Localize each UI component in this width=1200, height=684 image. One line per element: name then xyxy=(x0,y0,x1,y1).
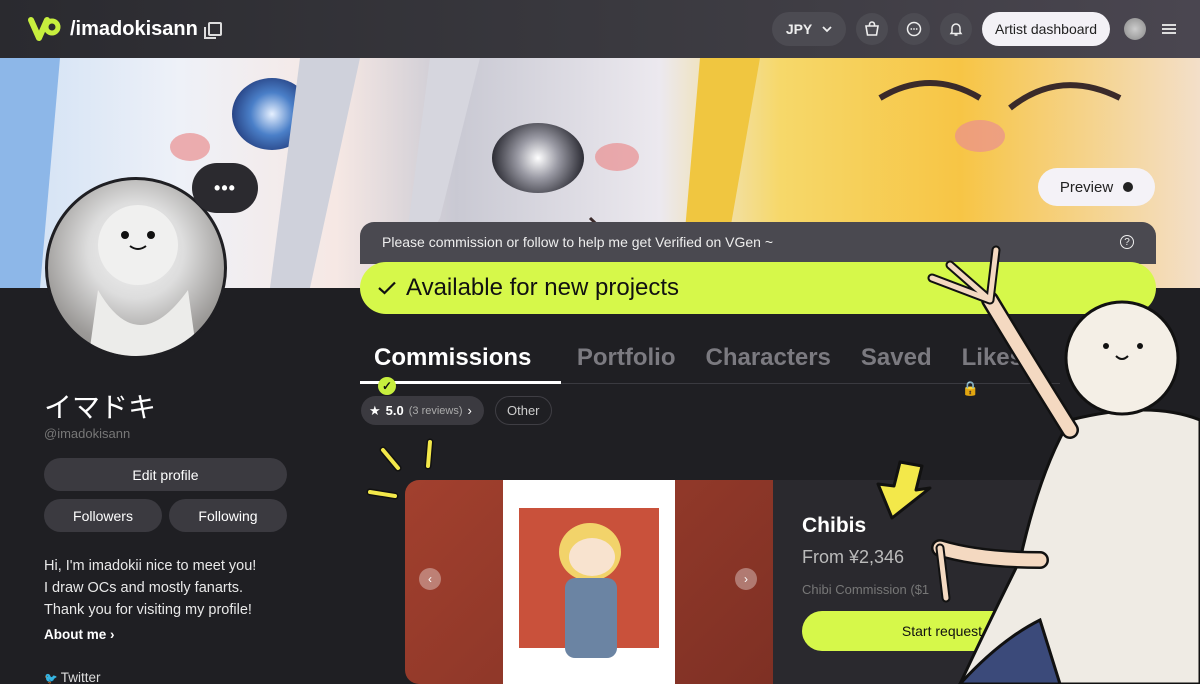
bio-line: Hi, I'm imadokii nice to meet you! xyxy=(44,558,257,574)
twitter-label: Twitter xyxy=(60,670,101,684)
following-button[interactable]: Following xyxy=(169,499,287,532)
about-me-link[interactable]: About me › xyxy=(44,627,115,642)
profile-tabs: Commissions✓ Portfolio Characters Saved … xyxy=(360,336,1060,396)
chevron-right-icon: › xyxy=(110,627,115,642)
bell-icon xyxy=(949,23,963,36)
tab-label: Likes xyxy=(961,344,1023,371)
notice-banner: Please commission or follow to help me g… xyxy=(360,222,1156,264)
rating-value: 5.0 xyxy=(385,403,404,418)
commission-card[interactable]: ‹ › Chibis From ¥2,346 Chibi Commission … xyxy=(405,480,1085,684)
tab-label: Commissions xyxy=(374,344,532,371)
messages-button[interactable] xyxy=(898,13,931,45)
notice-text: Please commission or follow to help me g… xyxy=(382,234,774,250)
tab-characters[interactable]: Characters xyxy=(692,336,845,384)
commission-artwork xyxy=(503,480,675,684)
tab-likes[interactable]: Likes 🔒 xyxy=(948,336,1058,396)
chevron-right-icon: › xyxy=(467,403,472,418)
tab-commissions[interactable]: Commissions ✓ xyxy=(360,336,561,395)
display-name: イマドキ xyxy=(44,392,157,423)
cart-icon xyxy=(865,21,879,36)
chat-icon xyxy=(906,21,922,37)
lock-icon: 🔒 xyxy=(961,380,980,396)
commission-title: Chibis xyxy=(802,514,867,537)
vgen-logo-icon[interactable] xyxy=(24,14,62,44)
tab-saved[interactable]: Saved xyxy=(847,336,946,384)
preview-dot-icon xyxy=(1123,182,1134,192)
notifications-button[interactable] xyxy=(940,13,973,45)
rating-reviews: (3 reviews) xyxy=(408,404,463,417)
commission-subtitle: Chibi Commission ($1 xyxy=(802,582,930,597)
help-icon[interactable]: ? xyxy=(1120,235,1134,249)
commission-info: Chibis From ¥2,346 Chibi Commission ($1 … xyxy=(773,480,1085,684)
profile-bio: Hi, I'm imadokii nice to meet you! I dra… xyxy=(44,555,256,621)
menu-icon[interactable] xyxy=(1162,24,1176,34)
bio-line: I draw OCs and mostly fanarts. xyxy=(44,580,244,596)
currency-select[interactable]: JPY xyxy=(772,12,847,46)
twitter-icon: 🐦 xyxy=(44,673,61,684)
cart-button[interactable] xyxy=(856,13,889,45)
availability-text: Available for new projects xyxy=(406,274,680,301)
artist-dashboard-button[interactable]: Artist dashboard xyxy=(982,12,1110,46)
tab-portfolio[interactable]: Portfolio xyxy=(563,336,690,384)
carousel-prev-button[interactable]: ‹ xyxy=(419,568,441,590)
top-nav: /imadokisann JPY Artist dashboard xyxy=(0,0,1200,58)
check-icon xyxy=(378,281,396,295)
other-filter[interactable]: Other xyxy=(495,396,552,425)
verified-icon: ✓ xyxy=(378,377,396,395)
about-me-label: About me xyxy=(44,627,107,642)
chibi-artwork xyxy=(569,538,615,576)
star-icon: ★ xyxy=(369,402,381,418)
chevron-down-icon xyxy=(822,25,832,32)
preview-button[interactable]: Preview xyxy=(1038,168,1155,206)
profile-handle: /imadokisann xyxy=(70,17,198,40)
availability-status: Available for new projects xyxy=(360,262,1156,314)
currency-label: JPY xyxy=(785,21,813,37)
chibi-artwork xyxy=(565,578,617,658)
start-request-button[interactable]: Start request xyxy=(802,611,1082,651)
status-bubble[interactable]: ••• xyxy=(192,163,258,213)
edit-profile-button[interactable]: Edit profile xyxy=(44,458,287,491)
copy-icon[interactable] xyxy=(203,22,222,39)
commission-price: From ¥2,346 xyxy=(802,547,905,567)
username: @imadokisann xyxy=(44,426,131,441)
rating-badge[interactable]: ★ 5.0 (3 reviews) › xyxy=(361,396,484,425)
carousel-next-button[interactable]: › xyxy=(735,568,757,590)
bio-line: Thank you for visiting my profile! xyxy=(44,602,252,618)
commission-image-carousel[interactable]: ‹ › xyxy=(405,480,773,684)
twitter-link[interactable]: 🐦 Twitter xyxy=(44,670,101,684)
followers-button[interactable]: Followers xyxy=(44,499,162,532)
preview-label: Preview xyxy=(1059,178,1114,196)
artwork-background xyxy=(519,508,659,658)
account-avatar[interactable] xyxy=(1124,18,1146,40)
